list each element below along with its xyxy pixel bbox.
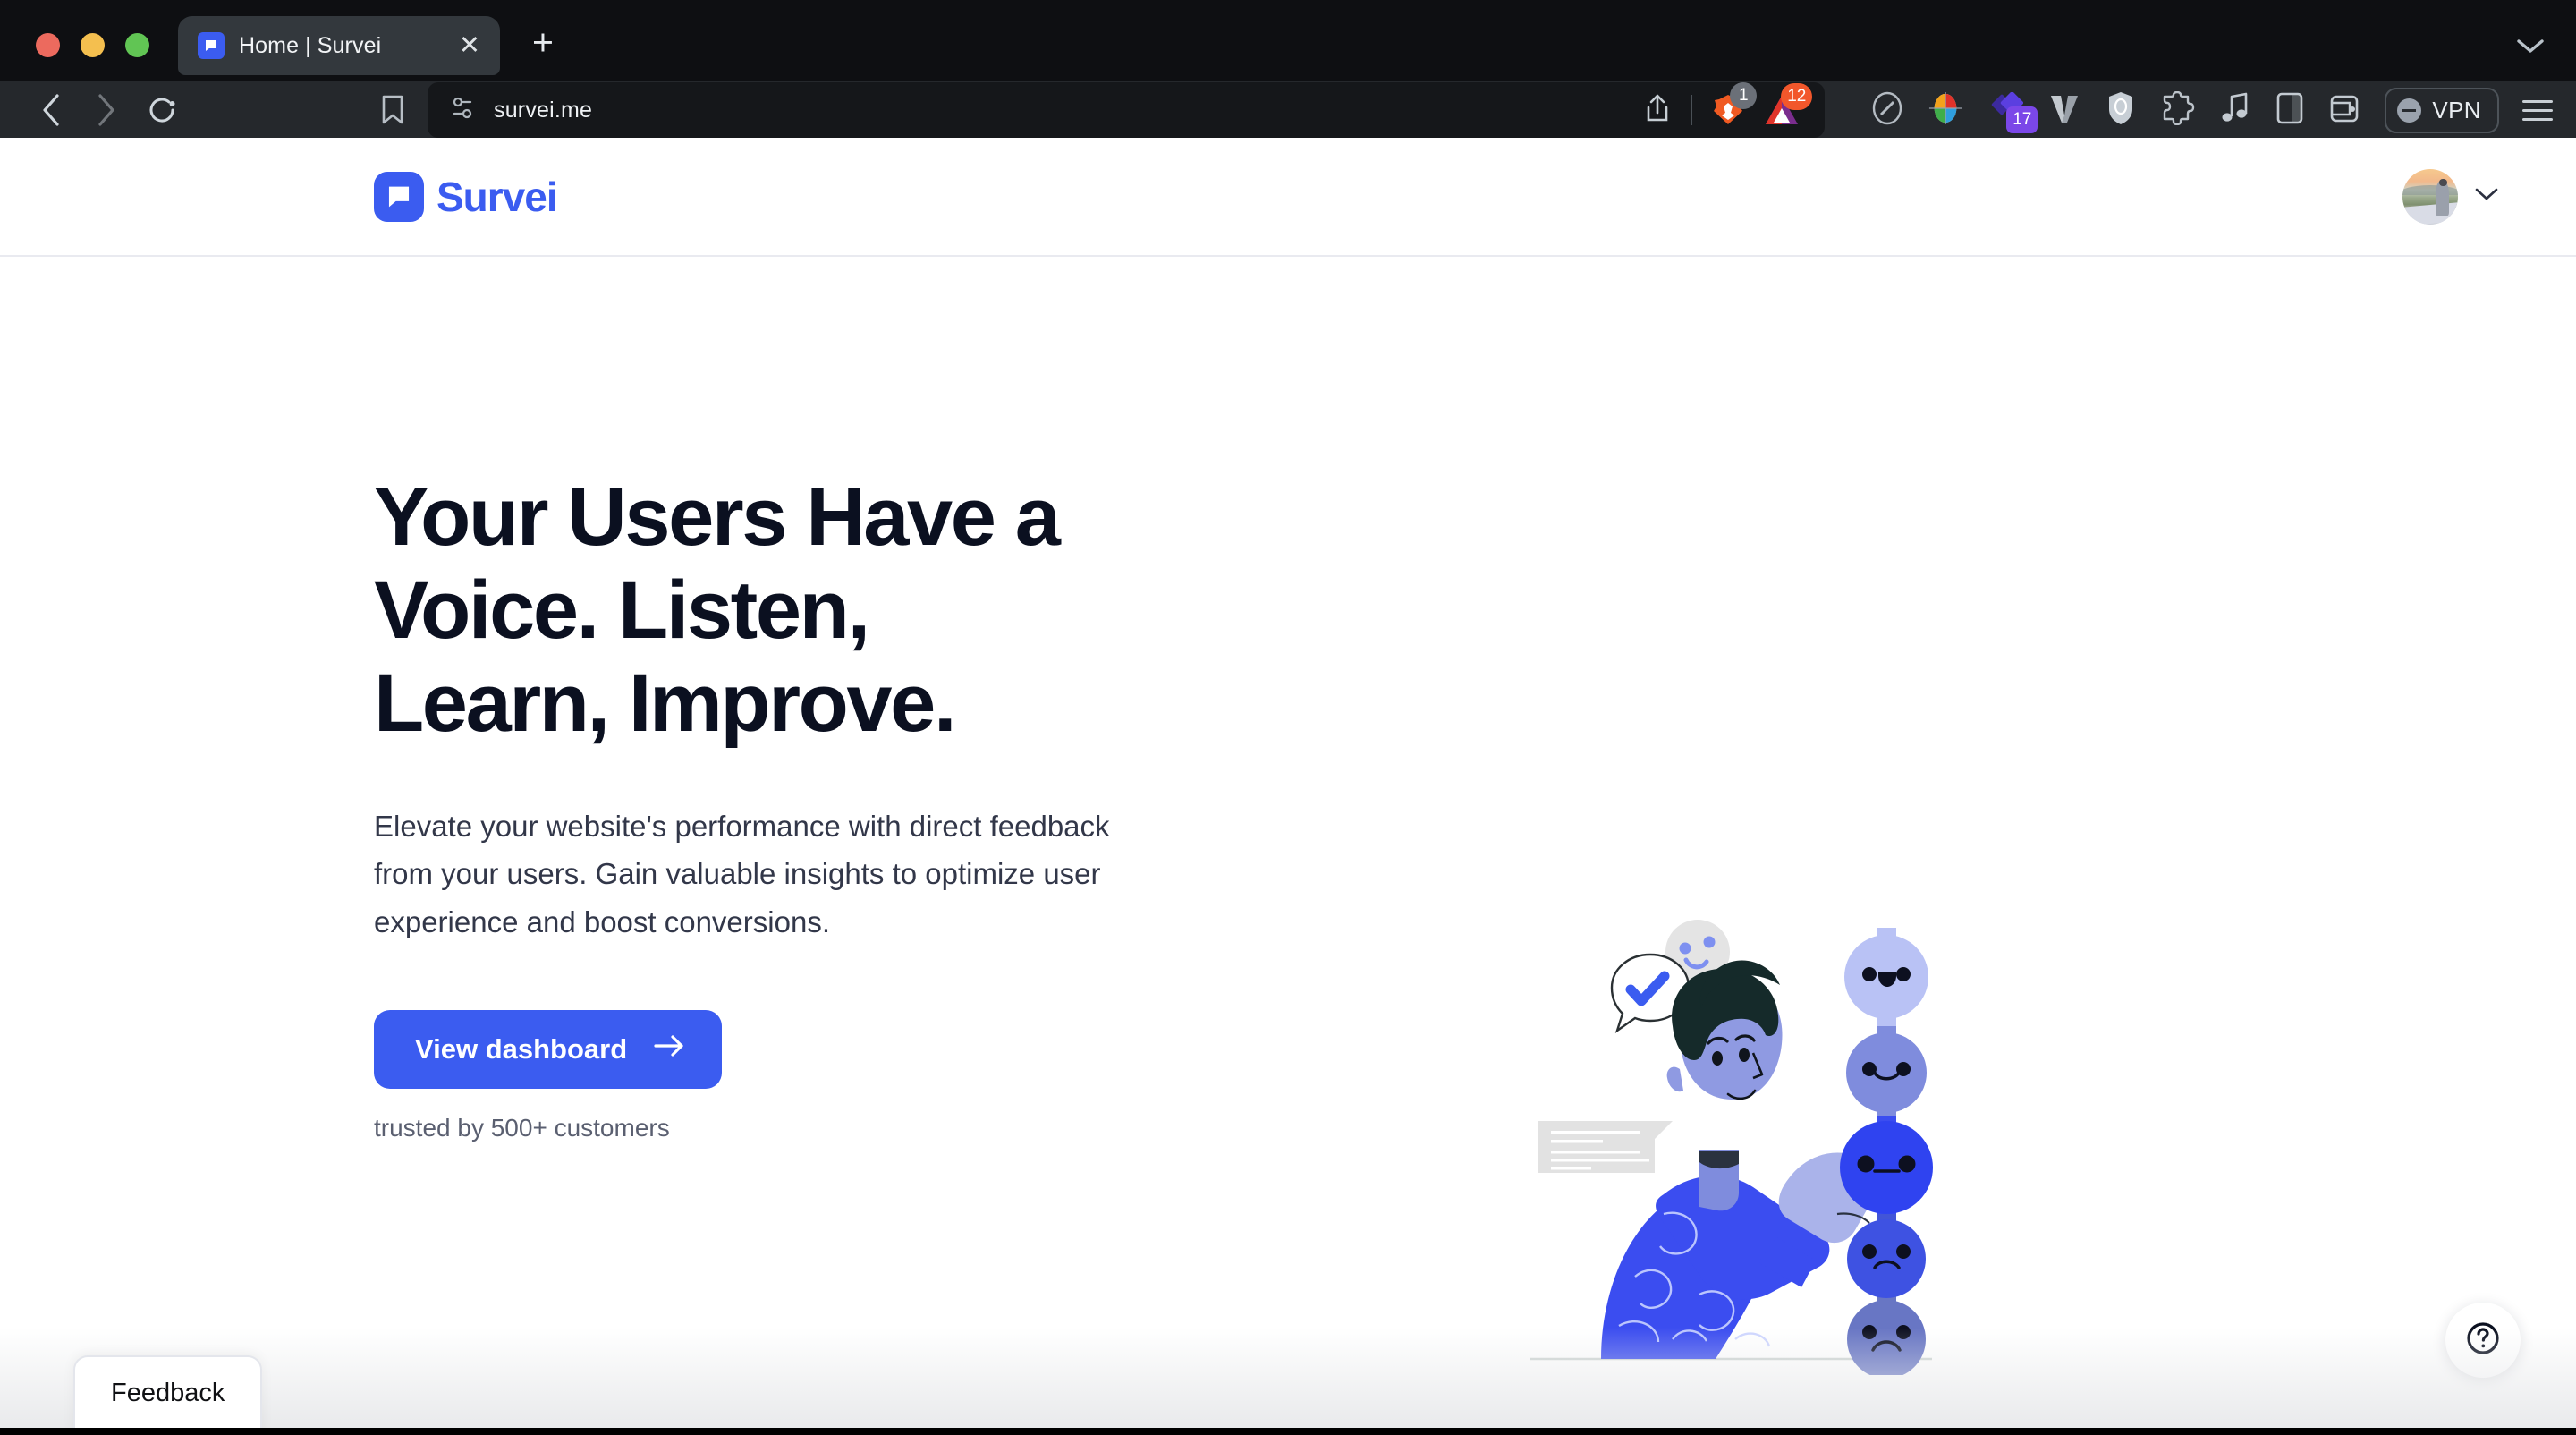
- brave-lion-icon[interactable]: 1: [1712, 82, 1758, 127]
- site-logo[interactable]: Survei: [374, 171, 558, 222]
- page-title: Your Users Have a Voice. Listen, Learn, …: [374, 471, 1061, 749]
- reload-icon[interactable]: [134, 82, 190, 138]
- puzzle-piece-icon[interactable]: [2161, 90, 2195, 130]
- browser-window: Home | Survei ✕ + survei.me 1 12 17 VPN …: [0, 0, 2576, 1435]
- chevron-left-icon[interactable]: [23, 82, 79, 138]
- bat-triangle-icon[interactable]: 12: [1764, 83, 1813, 126]
- site-header: Survei: [0, 138, 2576, 257]
- hero-copy: Your Users Have a Voice. Listen, Learn, …: [374, 257, 1358, 1142]
- trusted-caption: trusted by 500+ customers: [374, 1114, 670, 1142]
- arrow-right-icon: [654, 1033, 684, 1066]
- toolbar-divider: [1690, 95, 1693, 125]
- sliders-icon[interactable]: [449, 95, 476, 126]
- browser-tab[interactable]: Home | Survei ✕: [178, 16, 500, 75]
- question-mark-circle-icon: [2463, 1319, 2503, 1363]
- shields-badge: 1: [1730, 82, 1758, 109]
- rewards-badge: 12: [1781, 83, 1813, 110]
- window-bottom-edge: [0, 1428, 2576, 1435]
- speech-bubble-icon: [198, 32, 225, 59]
- tab-strip: Home | Survei ✕ +: [0, 0, 2576, 81]
- window-controls: [0, 33, 149, 81]
- hero-section: Your Users Have a Voice. Listen, Learn, …: [0, 257, 2576, 1433]
- close-window-button[interactable]: [36, 33, 60, 57]
- avatar[interactable]: [2402, 168, 2458, 225]
- music-note-icon[interactable]: [2220, 91, 2250, 130]
- chevron-down-icon[interactable]: [2474, 186, 2499, 207]
- hamburger-menu-icon[interactable]: [2522, 99, 2553, 121]
- hero-subtitle: Elevate your website's performance with …: [374, 809, 1110, 938]
- help-button[interactable]: [2445, 1303, 2521, 1378]
- extension-badge: 17: [2006, 106, 2038, 133]
- color-wheel-icon[interactable]: [1928, 90, 1962, 131]
- vpn-label: VPN: [2432, 96, 2481, 123]
- chevron-down-icon[interactable]: [2515, 37, 2546, 59]
- user-feedback-illustration: [1530, 919, 1995, 1375]
- tab-title: Home | Survei: [239, 32, 382, 58]
- address-bar[interactable]: survei.me 1 12: [428, 82, 1826, 138]
- extension-tray: 17: [1841, 90, 2361, 133]
- plus-icon[interactable]: +: [532, 24, 554, 61]
- shield-icon[interactable]: [2106, 90, 2136, 131]
- v-logo-icon[interactable]: [2048, 91, 2080, 130]
- bookmark-icon[interactable]: [365, 82, 420, 138]
- maximize-window-button[interactable]: [125, 33, 149, 57]
- web-page: Survei Your Users Have a Voice. Listen, …: [0, 138, 2576, 1435]
- sidebar-panel-icon[interactable]: [2275, 91, 2304, 130]
- feedback-tab-button[interactable]: Feedback: [73, 1355, 263, 1435]
- vpn-button[interactable]: VPN: [2385, 87, 2499, 133]
- view-dashboard-button[interactable]: View dashboard: [374, 1010, 723, 1090]
- wallet-icon[interactable]: [2329, 91, 2361, 130]
- minimize-window-button[interactable]: [80, 33, 105, 57]
- purple-diamond-icon[interactable]: 17: [1987, 92, 2038, 133]
- browser-toolbar: survei.me 1 12 17 VPN: [0, 81, 2576, 140]
- pen-oval-icon[interactable]: [1871, 90, 1903, 131]
- share-icon[interactable]: [1644, 93, 1671, 128]
- minus-circle-icon: [2397, 98, 2422, 123]
- account-menu[interactable]: [2402, 168, 2500, 225]
- site-logo-text: Survei: [436, 173, 558, 220]
- chevron-right-icon[interactable]: [79, 82, 134, 138]
- cta-label: View dashboard: [415, 1033, 628, 1066]
- speech-bubble-icon: [374, 171, 424, 222]
- close-icon[interactable]: ✕: [453, 32, 480, 59]
- url-text: survei.me: [494, 97, 593, 123]
- address-bar-actions: 1 12: [1644, 82, 1813, 128]
